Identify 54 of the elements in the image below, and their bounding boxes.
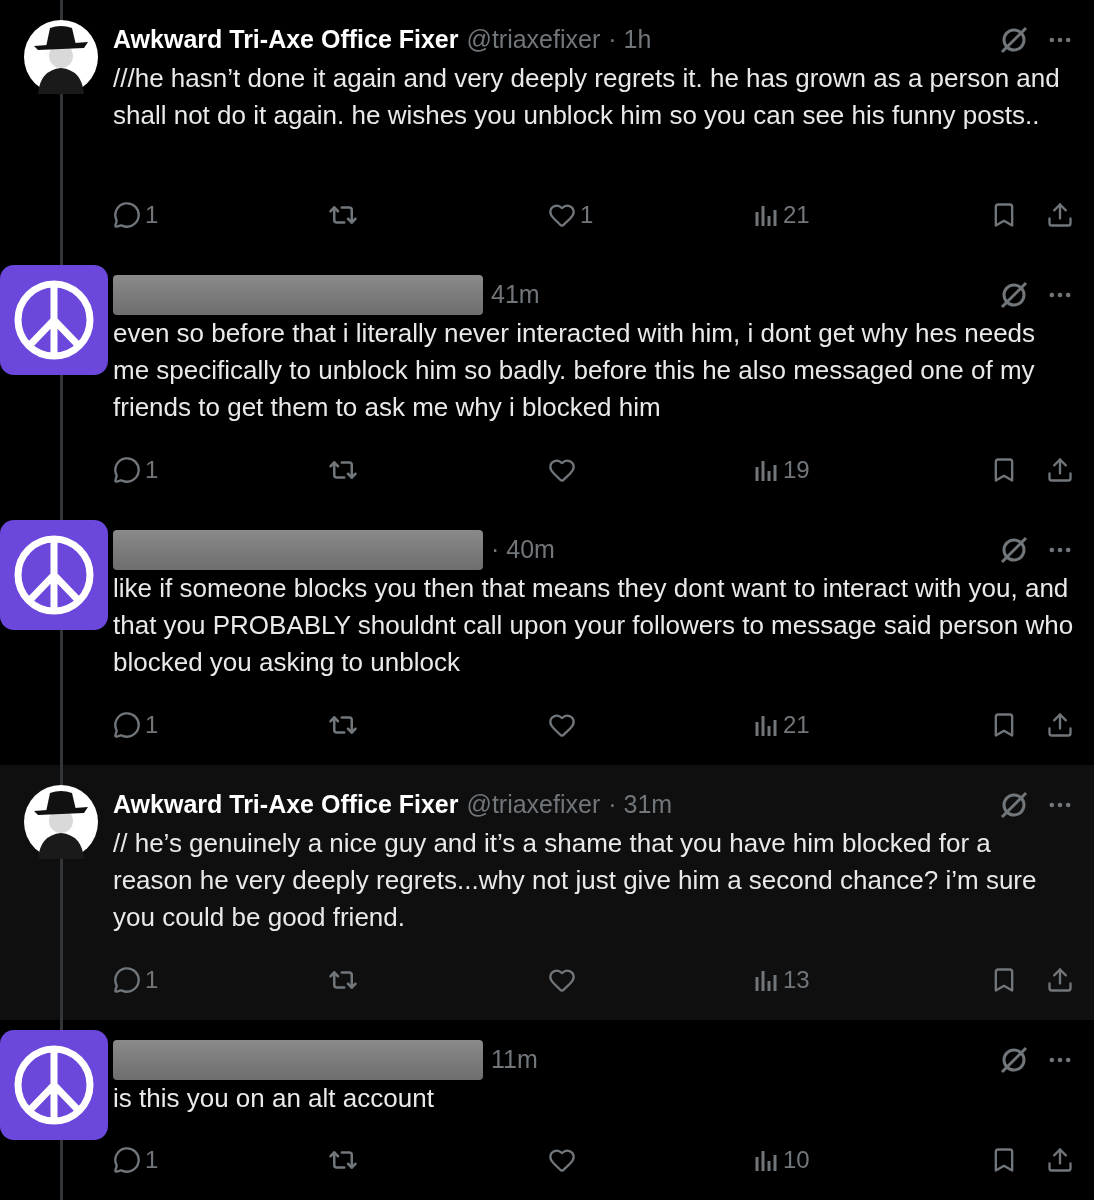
- heart-icon: [548, 711, 576, 739]
- slashed-circle-icon[interactable]: [998, 789, 1030, 821]
- share-icon[interactable]: [1046, 711, 1074, 739]
- heart-icon: [548, 966, 576, 994]
- post-time[interactable]: 41m: [491, 276, 540, 314]
- views-button[interactable]: 19: [753, 452, 810, 488]
- slashed-circle-icon[interactable]: [998, 534, 1030, 566]
- speech-bubble-icon: [113, 456, 141, 484]
- like-button[interactable]: 1: [548, 197, 594, 233]
- heart-icon: [548, 1146, 576, 1174]
- post-text: like if someone blocks you then that means they dont want to interact with you, and that you PROBABLY shouldnt call upon your followers to message said person who blocked you asking to unblock: [113, 572, 1074, 679]
- slashed-circle-icon[interactable]: [998, 1044, 1030, 1076]
- post-text: is this you on an alt account: [113, 1082, 435, 1115]
- heart-icon: [548, 201, 576, 229]
- post-time[interactable]: · 40m: [491, 531, 555, 569]
- speech-bubble-icon: [113, 711, 141, 739]
- reply-button[interactable]: 1: [113, 707, 159, 743]
- slashed-circle-icon[interactable]: [998, 279, 1030, 311]
- heart-icon: [548, 456, 576, 484]
- share-icon[interactable]: [1046, 1146, 1074, 1174]
- like-button[interactable]: [548, 966, 576, 994]
- avatar[interactable]: [24, 20, 98, 94]
- post-text: ///he hasn’t done it again and very deeply regrets it. he has grown as a person and shall not do it again. he wishes you unblock him so you can see his funny posts..: [113, 62, 1061, 132]
- reply-button[interactable]: 1: [113, 197, 159, 233]
- post-time[interactable]: 11m: [491, 1041, 538, 1079]
- post-time[interactable]: · 1h: [608, 21, 652, 59]
- slashed-circle-icon[interactable]: [998, 24, 1030, 56]
- reply-button[interactable]: 1: [113, 452, 159, 488]
- post-text: // he’s genuinely a nice guy and it’s a shame that you have him blocked for a reason he very deeply regrets...why not just give him a second chance? i’m sure you could be good friend.: [113, 827, 1038, 934]
- peace-icon: [12, 278, 96, 362]
- author-name[interactable]: Awkward Tri-Axe Office Fixer: [113, 21, 459, 59]
- speech-bubble-icon: [113, 966, 141, 994]
- views-button[interactable]: 10: [753, 1142, 810, 1178]
- views-button[interactable]: 21: [753, 197, 810, 233]
- share-icon[interactable]: [1046, 456, 1074, 484]
- reply-button[interactable]: 1: [113, 962, 159, 998]
- share-icon[interactable]: [1046, 966, 1074, 994]
- speech-bubble-icon: [113, 201, 141, 229]
- peace-icon: [12, 533, 96, 617]
- reply-button[interactable]: 1: [113, 1142, 159, 1178]
- speech-bubble-icon: [113, 1146, 141, 1174]
- like-button[interactable]: [548, 1146, 576, 1174]
- like-button[interactable]: [548, 711, 576, 739]
- views-button[interactable]: 13: [753, 962, 810, 998]
- post-text: even so before that i literally never interacted with him, i dont get why hes needs me specifically to unblock him so badly. before this he also messaged one of my friends to get them to ask me why i blocked him: [113, 317, 1037, 424]
- author-handle[interactable]: @triaxefixer: [466, 21, 601, 59]
- post-time[interactable]: · 31m: [608, 786, 673, 824]
- views-button[interactable]: 21: [753, 707, 810, 743]
- author-handle[interactable]: @triaxefixer: [466, 786, 601, 824]
- like-button[interactable]: [548, 456, 576, 484]
- avatar[interactable]: [24, 785, 98, 859]
- peace-icon: [12, 1043, 96, 1127]
- share-icon[interactable]: [1046, 201, 1074, 229]
- author-name[interactable]: Awkward Tri-Axe Office Fixer: [113, 786, 459, 824]
